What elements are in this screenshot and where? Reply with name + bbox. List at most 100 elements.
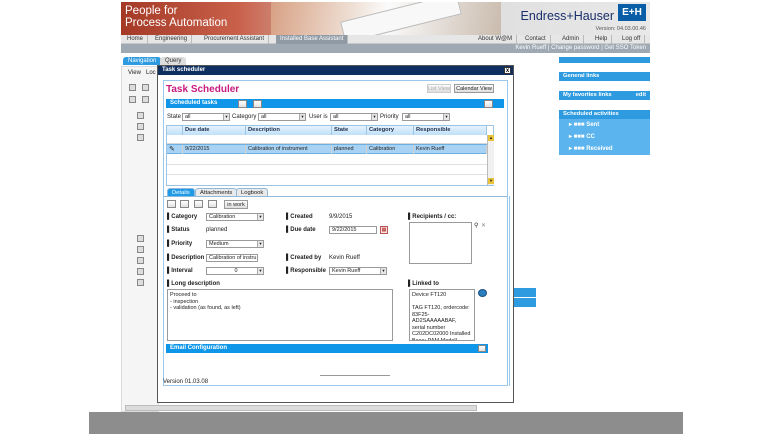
status-value: planned [206, 227, 228, 233]
header-banner: People for Process Automation Endress+Ha… [121, 2, 650, 35]
favorites-header[interactable]: My favorites links edit [559, 91, 650, 100]
chevron-down-icon: ▼ [257, 241, 263, 247]
nav-admin[interactable]: Admin [558, 35, 585, 44]
device-icon[interactable] [137, 246, 144, 253]
user-filter-label: User is [309, 114, 328, 120]
nav-about[interactable]: About W@M [474, 35, 518, 44]
responsible-label-text: Responsible [290, 268, 326, 274]
email-configuration-bar[interactable]: Email Configuration [166, 344, 488, 353]
long-description-field[interactable]: Proceed to - inspection - validation (as… [167, 289, 393, 341]
user-filter-select[interactable]: all ▼ [330, 113, 378, 121]
status-label: ▌Status [167, 227, 190, 233]
in-work-button[interactable]: in work [224, 200, 248, 209]
export-pdf-icon[interactable] [253, 100, 262, 108]
nav-installed-base-assistant[interactable]: Installed Base Assistant [276, 35, 349, 44]
table-header-responsible[interactable]: Responsible [414, 126, 487, 135]
expand-icon[interactable] [478, 345, 486, 352]
new-icon[interactable] [167, 200, 176, 208]
chevron-icon: ▸ ■■■ [569, 134, 587, 140]
scheduled-tasks-label: Scheduled tasks [170, 100, 218, 106]
copy-icon[interactable] [142, 84, 149, 91]
created-by-label: ▌Created by [286, 255, 322, 261]
edit-icon[interactable] [180, 200, 189, 208]
scheduled-activities-header[interactable]: Scheduled activities [559, 110, 650, 119]
device-icon[interactable] [137, 257, 144, 264]
description-field[interactable]: Calibration of instru [206, 254, 258, 262]
linked-to-label: ▌Linked to [408, 281, 439, 287]
clear-icon[interactable]: ✕ [481, 222, 486, 229]
long-description-label: ▌Long description [167, 281, 220, 287]
table-row[interactable]: ✎ 9/22/2015 Calibration of instrument pl… [167, 144, 487, 154]
cell-responsible: Kevin Rueff [414, 145, 487, 154]
scheduled-sent[interactable]: ▸ ■■■ Sent [559, 119, 650, 131]
tab-query[interactable]: Query [160, 57, 187, 65]
general-links-header[interactable]: General links [559, 72, 650, 81]
nav-logoff[interactable]: Log off [618, 35, 646, 44]
delete-icon[interactable] [129, 84, 136, 91]
user-bar[interactable]: Kevin Rueff | Change password | Get SSO … [121, 44, 650, 53]
device-icon[interactable] [137, 134, 144, 141]
scheduled-cc[interactable]: ▸ ■■■ CC [559, 131, 650, 143]
close-icon[interactable]: x [504, 67, 511, 74]
calendar-view-button[interactable]: Calendar View [454, 84, 494, 93]
chevron-down-icon: ▼ [223, 114, 229, 120]
interval-select[interactable]: 0 ▼ [206, 267, 264, 275]
tab-attachments[interactable]: Attachments [195, 188, 238, 196]
nav-procurement-assistant[interactable]: Procurement Assistant [200, 35, 270, 44]
tagline-line1: People for [125, 5, 178, 17]
category-filter-select[interactable]: all ▼ [258, 113, 306, 121]
device-icon[interactable] [137, 279, 144, 286]
responsible-value: Kevin Rueff [332, 268, 361, 274]
edit-icon[interactable] [484, 100, 493, 108]
horizontal-scrollbar[interactable] [125, 405, 477, 411]
table-header-state[interactable]: State [332, 126, 367, 135]
tab-navigation[interactable]: Navigation [123, 57, 162, 65]
device-icon[interactable] [137, 123, 144, 130]
table-scrollbar[interactable]: ▲ ▼ [487, 135, 494, 185]
nav-home[interactable]: Home [123, 35, 149, 44]
category-select[interactable]: Calibration ▼ [206, 213, 264, 221]
link-icon[interactable] [478, 289, 487, 297]
long-description-label-text: Long description [171, 281, 220, 287]
folder-icon[interactable] [137, 112, 144, 119]
tree-refresh-icon[interactable] [142, 96, 149, 103]
search-icon[interactable]: ⚲ [474, 222, 478, 229]
table-header-due-date[interactable]: Due date [183, 126, 246, 135]
chevron-icon: ▸ ■■■ [569, 122, 587, 128]
responsible-select[interactable]: Kevin Rueff ▼ [329, 267, 387, 275]
state-filter-select[interactable]: all ▼ [182, 113, 230, 121]
calendar-icon[interactable]: ▦ [380, 226, 388, 234]
priority-select[interactable]: Medium ▼ [206, 240, 264, 248]
top-navigation: Home Engineering Procurement Assistant I… [121, 35, 650, 44]
recipients-label: ▌Recipients / cc: [408, 214, 457, 220]
tree-expand-icon[interactable] [129, 96, 136, 103]
priority-filter-select[interactable]: all ▼ [402, 113, 450, 121]
due-date-field[interactable]: 9/22/2015 [329, 226, 377, 234]
scroll-down-icon[interactable]: ▼ [488, 178, 494, 184]
linked-to-field[interactable]: Device FT120 TAG FT120, ordercode: 83F25… [409, 289, 475, 341]
table-header-description[interactable]: Description [246, 126, 332, 135]
list-view-button[interactable]: List View [427, 84, 451, 93]
nav-engineering[interactable]: Engineering [151, 35, 193, 44]
nav-help[interactable]: Help [591, 35, 613, 44]
recipients-field[interactable] [409, 222, 472, 264]
device-icon[interactable] [137, 268, 144, 275]
tab-details[interactable]: Details [167, 188, 195, 196]
state-filter-label: State [167, 114, 182, 120]
screen: People for Process Automation Endress+Ha… [0, 0, 771, 434]
scheduled-received[interactable]: ▸ ■■■ Received [559, 143, 650, 155]
recipients-label-text: Recipients / cc: [412, 214, 457, 220]
chevron-down-icon: ▼ [371, 114, 377, 120]
delete-icon[interactable] [194, 200, 203, 208]
interval-label: ▌Interval [167, 268, 193, 274]
cell-due-date: 9/22/2015 [183, 145, 246, 154]
tab-logbook[interactable]: Logbook [236, 188, 269, 196]
table-header-category[interactable]: Category [367, 126, 414, 135]
copy-icon[interactable] [208, 200, 217, 208]
new-task-icon[interactable] [238, 100, 247, 108]
nav-contact[interactable]: Contact [521, 35, 551, 44]
favorites-edit-link[interactable]: edit [636, 91, 646, 100]
scroll-up-icon[interactable]: ▲ [488, 135, 494, 141]
priority-label-text: Priority [171, 241, 193, 247]
device-icon[interactable] [137, 235, 144, 242]
